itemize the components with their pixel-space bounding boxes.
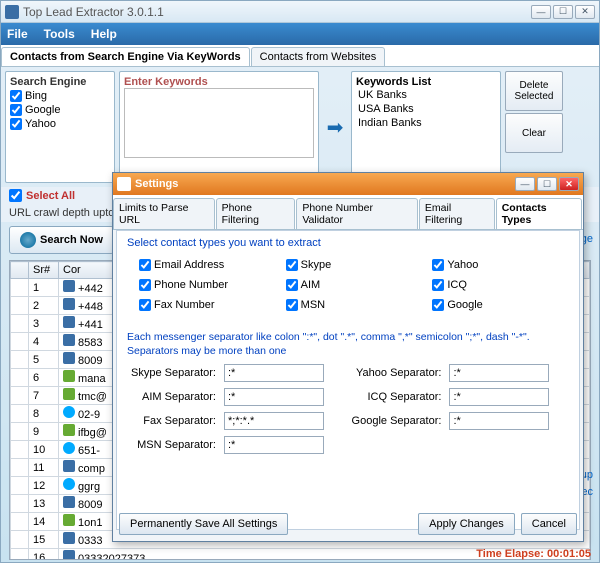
engine-google[interactable]: Google <box>10 104 110 116</box>
phone-icon <box>63 298 75 310</box>
col-sr[interactable]: Sr# <box>29 262 59 279</box>
aim-sep-label: AIM Separator: <box>131 391 216 403</box>
keywords-list-header: Keywords List <box>356 76 496 88</box>
search-now-button[interactable]: Search Now <box>9 226 114 254</box>
engine-yahoo[interactable]: Yahoo <box>10 118 110 130</box>
dialog-titlebar: Settings — ☐ ✕ <box>113 173 583 195</box>
skype-icon <box>63 442 75 454</box>
dialog-close-button[interactable]: ✕ <box>559 177 579 191</box>
phone-icon <box>63 316 75 328</box>
maximize-button[interactable]: ☐ <box>553 5 573 19</box>
dialog-title: Settings <box>135 178 515 190</box>
menu-file[interactable]: File <box>7 27 28 41</box>
msn-sep-input[interactable] <box>224 436 324 454</box>
settings-dialog: Settings — ☐ ✕ Limits to Parse URL Phone… <box>112 172 584 542</box>
dialog-body: Select contact types you want to extract… <box>116 230 580 530</box>
fax-sep-label: Fax Separator: <box>131 415 216 427</box>
type-fax[interactable]: Fax Number <box>139 299 276 311</box>
icq-sep-input[interactable] <box>449 388 549 406</box>
icq-sep-label: ICQ Separator: <box>352 391 442 403</box>
dialog-minimize-button[interactable]: — <box>515 177 535 191</box>
menu-tools[interactable]: Tools <box>44 27 75 41</box>
keyword-item[interactable]: Indian Banks <box>356 116 496 130</box>
phone-icon <box>63 550 75 560</box>
mail-icon <box>63 424 75 436</box>
app-title: Top Lead Extractor 3.0.1.1 <box>23 5 531 19</box>
settings-icon <box>117 177 131 191</box>
fax-sep-input[interactable] <box>224 412 324 430</box>
search-engine-panel: Search Engine Bing Google Yahoo <box>5 71 115 183</box>
type-google[interactable]: Google <box>432 299 569 311</box>
app-icon <box>5 5 19 19</box>
dialog-tabstrip: Limits to Parse URL Phone Filtering Phon… <box>113 195 583 230</box>
tab-search-engine[interactable]: Contacts from Search Engine Via KeyWords <box>1 47 250 66</box>
close-button[interactable]: ✕ <box>575 5 595 19</box>
mail-icon <box>63 514 75 526</box>
phone-icon <box>63 532 75 544</box>
phone-icon <box>63 460 75 472</box>
clear-button[interactable]: Clear <box>505 113 563 153</box>
main-tabstrip: Contacts from Search Engine Via KeyWords… <box>1 45 599 67</box>
apply-button[interactable]: Apply Changes <box>418 513 515 535</box>
aim-sep-input[interactable] <box>224 388 324 406</box>
type-skype[interactable]: Skype <box>286 259 423 271</box>
yahoo-sep-label: Yahoo Separator: <box>352 367 442 379</box>
msn-sep-label: MSN Separator: <box>131 439 216 451</box>
tab-websites[interactable]: Contacts from Websites <box>251 47 386 66</box>
phone-icon <box>63 280 75 292</box>
select-all-label: Select All <box>26 190 75 202</box>
status-elapse: Time Elapse: 00:01:05 <box>476 548 591 560</box>
tab-phone-validator[interactable]: Phone Number Validator <box>296 198 418 229</box>
enter-keywords-header: Enter Keywords <box>124 76 314 88</box>
cancel-button[interactable]: Cancel <box>521 513 577 535</box>
tab-email-filtering[interactable]: Email Filtering <box>419 198 495 229</box>
mail-icon <box>63 388 75 400</box>
skype-sep-input[interactable] <box>224 364 324 382</box>
col-blank <box>11 262 29 279</box>
yahoo-sep-input[interactable] <box>449 364 549 382</box>
type-email[interactable]: Email Address <box>139 259 276 271</box>
tab-limits[interactable]: Limits to Parse URL <box>113 198 215 229</box>
type-icq[interactable]: ICQ <box>432 279 569 291</box>
globe-icon <box>20 232 36 248</box>
keywords-list-panel: Keywords List UK Banks USA Banks Indian … <box>351 71 501 183</box>
dialog-maximize-button[interactable]: ☐ <box>537 177 557 191</box>
delete-selected-button[interactable]: Delete Selected <box>505 71 563 111</box>
engine-bing[interactable]: Bing <box>10 90 110 102</box>
titlebar: Top Lead Extractor 3.0.1.1 — ☐ ✕ <box>1 1 599 23</box>
keyword-item[interactable]: UK Banks <box>356 88 496 102</box>
keyword-item[interactable]: USA Banks <box>356 102 496 116</box>
search-engine-header: Search Engine <box>10 76 110 88</box>
google-sep-input[interactable] <box>449 412 549 430</box>
type-yahoo[interactable]: Yahoo <box>432 259 569 271</box>
type-msn[interactable]: MSN <box>286 299 423 311</box>
phone-icon <box>63 334 75 346</box>
keywords-textarea[interactable] <box>124 88 314 158</box>
google-sep-label: Google Separator: <box>352 415 442 427</box>
mail-icon <box>63 370 75 382</box>
minimize-button[interactable]: — <box>531 5 551 19</box>
keywords-entry-panel: Enter Keywords <box>119 71 319 183</box>
arrow-right-icon[interactable]: ➡ <box>323 71 347 183</box>
type-phone[interactable]: Phone Number <box>139 279 276 291</box>
skype-icon <box>63 478 75 490</box>
save-all-button[interactable]: Permanently Save All Settings <box>119 513 288 535</box>
separator-note: Each messenger separator like colon ":*"… <box>127 331 569 358</box>
menu-help[interactable]: Help <box>91 27 117 41</box>
skype-icon <box>63 406 75 418</box>
skype-sep-label: Skype Separator: <box>131 367 216 379</box>
tab-phone-filtering[interactable]: Phone Filtering <box>216 198 296 229</box>
type-aim[interactable]: AIM <box>286 279 423 291</box>
menubar: File Tools Help <box>1 23 599 45</box>
phone-icon <box>63 352 75 364</box>
instruction-text: Select contact types you want to extract <box>127 237 569 249</box>
select-all-checkbox[interactable] <box>9 189 22 202</box>
phone-icon <box>63 496 75 508</box>
tab-contacts-types[interactable]: Contacts Types <box>496 198 582 229</box>
